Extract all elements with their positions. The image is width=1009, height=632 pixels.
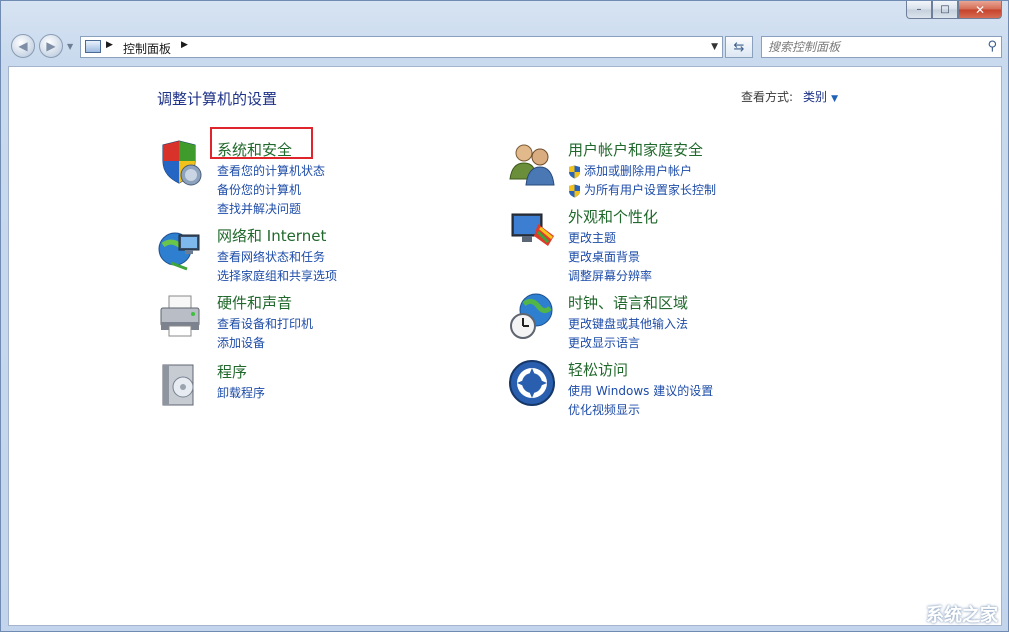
page-title: 调整计算机的设置 (157, 90, 278, 108)
link-change-theme[interactable]: 更改主题 (568, 229, 652, 248)
recent-pages-dropdown[interactable]: ▼ (67, 42, 73, 51)
refresh-icon: ⇆ (733, 39, 745, 55)
uac-shield-icon (569, 165, 580, 178)
appearance-icon[interactable] (508, 206, 556, 254)
breadcrumb-chevron-icon[interactable]: ▶ (106, 40, 113, 50)
category-heading[interactable]: 轻松访问 (568, 359, 628, 380)
category-heading[interactable]: 用户帐户和家庭安全 (568, 139, 703, 160)
forward-button[interactable]: ▶ (39, 34, 63, 58)
forward-arrow-icon: ▶ (46, 39, 56, 53)
link-troubleshoot[interactable]: 查找并解决问题 (217, 200, 325, 219)
programs-icon[interactable] (157, 361, 205, 409)
category-links: 使用 Windows 建议的设置 优化视频显示 (568, 382, 713, 420)
link-homegroup-sharing[interactable]: 选择家庭组和共享选项 (217, 267, 337, 286)
shield-icon[interactable] (157, 139, 205, 187)
link-add-remove-accounts[interactable]: 添加或删除用户帐户 (568, 162, 716, 181)
category-links: 卸载程序 (217, 384, 265, 403)
category-heading[interactable]: 时钟、语言和区域 (568, 292, 688, 313)
minimize-button[interactable]: – (906, 1, 932, 19)
close-button[interactable]: ✕ (958, 1, 1002, 19)
link-parental-controls[interactable]: 为所有用户设置家长控制 (568, 181, 716, 200)
category-links: 更改主题 更改桌面背景 调整屏幕分辨率 (568, 229, 652, 286)
refresh-button[interactable]: ⇆ (725, 36, 753, 58)
back-arrow-icon: ◀ (18, 39, 28, 53)
link-windows-recommended-settings[interactable]: 使用 Windows 建议的设置 (568, 382, 713, 401)
category-links: 查看网络状态和任务 选择家庭组和共享选项 (217, 248, 337, 286)
content-pane: 调整计算机的设置 查看方式: 类别 ▼ 系统和安全 查看您的计算机状态 备份您的计算… (8, 66, 1002, 626)
address-dropdown-icon[interactable]: ▼ (711, 42, 718, 52)
category-heading[interactable]: 硬件和声音 (217, 292, 292, 313)
view-by-label: 查看方式: (741, 90, 794, 104)
category-links: 添加或删除用户帐户 为所有用户设置家长控制 (568, 162, 716, 200)
printer-icon[interactable] (157, 292, 205, 340)
link-screen-resolution[interactable]: 调整屏幕分辨率 (568, 267, 652, 286)
search-box[interactable]: ⚲ (761, 36, 1002, 58)
link-change-display-language[interactable]: 更改显示语言 (568, 334, 688, 353)
link-change-input-method[interactable]: 更改键盘或其他输入法 (568, 315, 688, 334)
link-add-device[interactable]: 添加设备 (217, 334, 313, 353)
link-change-background[interactable]: 更改桌面背景 (568, 248, 652, 267)
link-optimize-visual-display[interactable]: 优化视频显示 (568, 401, 713, 420)
control-panel-icon (85, 40, 101, 53)
control-panel-window: – □ ✕ ◀ ▶ ▼ ▶ 控制面板 ▶ ▼ ⇆ ⚲ 调整计算机的设置 查看方式… (0, 0, 1009, 632)
link-view-network-status[interactable]: 查看网络状态和任务 (217, 248, 337, 267)
category-links: 查看设备和打印机 添加设备 (217, 315, 313, 353)
highlight-box (210, 127, 313, 159)
network-icon[interactable] (157, 225, 205, 273)
category-links: 查看您的计算机状态 备份您的计算机 查找并解决问题 (217, 162, 325, 219)
back-button[interactable]: ◀ (11, 34, 35, 58)
link-uninstall-program[interactable]: 卸载程序 (217, 384, 265, 403)
navigation-bar: ◀ ▶ ▼ ▶ 控制面板 ▶ ▼ ⇆ ⚲ (9, 33, 1002, 61)
users-icon[interactable] (508, 139, 556, 187)
category-links: 更改键盘或其他输入法 更改显示语言 (568, 315, 688, 353)
view-by-dropdown[interactable]: 类别 (803, 90, 827, 104)
category-heading[interactable]: 网络和 Internet (217, 225, 326, 246)
maximize-button[interactable]: □ (932, 1, 958, 19)
ease-of-access-icon[interactable] (508, 359, 556, 407)
address-bar[interactable]: ▶ 控制面板 ▶ ▼ (80, 36, 723, 58)
link-view-computer-status[interactable]: 查看您的计算机状态 (217, 162, 325, 181)
category-heading[interactable]: 外观和个性化 (568, 206, 658, 227)
link-devices-printers[interactable]: 查看设备和打印机 (217, 315, 313, 334)
link-label[interactable]: 为所有用户设置家长控制 (584, 181, 716, 200)
link-label[interactable]: 添加或删除用户帐户 (584, 162, 692, 181)
uac-shield-icon (569, 184, 580, 197)
breadcrumb-chevron-icon[interactable]: ▶ (181, 40, 188, 50)
breadcrumb-control-panel[interactable]: 控制面板 (123, 40, 171, 57)
clock-globe-icon[interactable] (508, 292, 556, 340)
chevron-down-icon[interactable]: ▼ (831, 94, 838, 104)
category-heading[interactable]: 程序 (217, 361, 247, 382)
link-backup-computer[interactable]: 备份您的计算机 (217, 181, 325, 200)
caption-buttons: – □ ✕ (906, 1, 1002, 21)
search-icon[interactable]: ⚲ (987, 39, 997, 54)
search-input[interactable] (768, 39, 973, 55)
view-by: 查看方式: 类别 ▼ (741, 88, 838, 105)
watermark: 系统之家 (926, 605, 998, 626)
